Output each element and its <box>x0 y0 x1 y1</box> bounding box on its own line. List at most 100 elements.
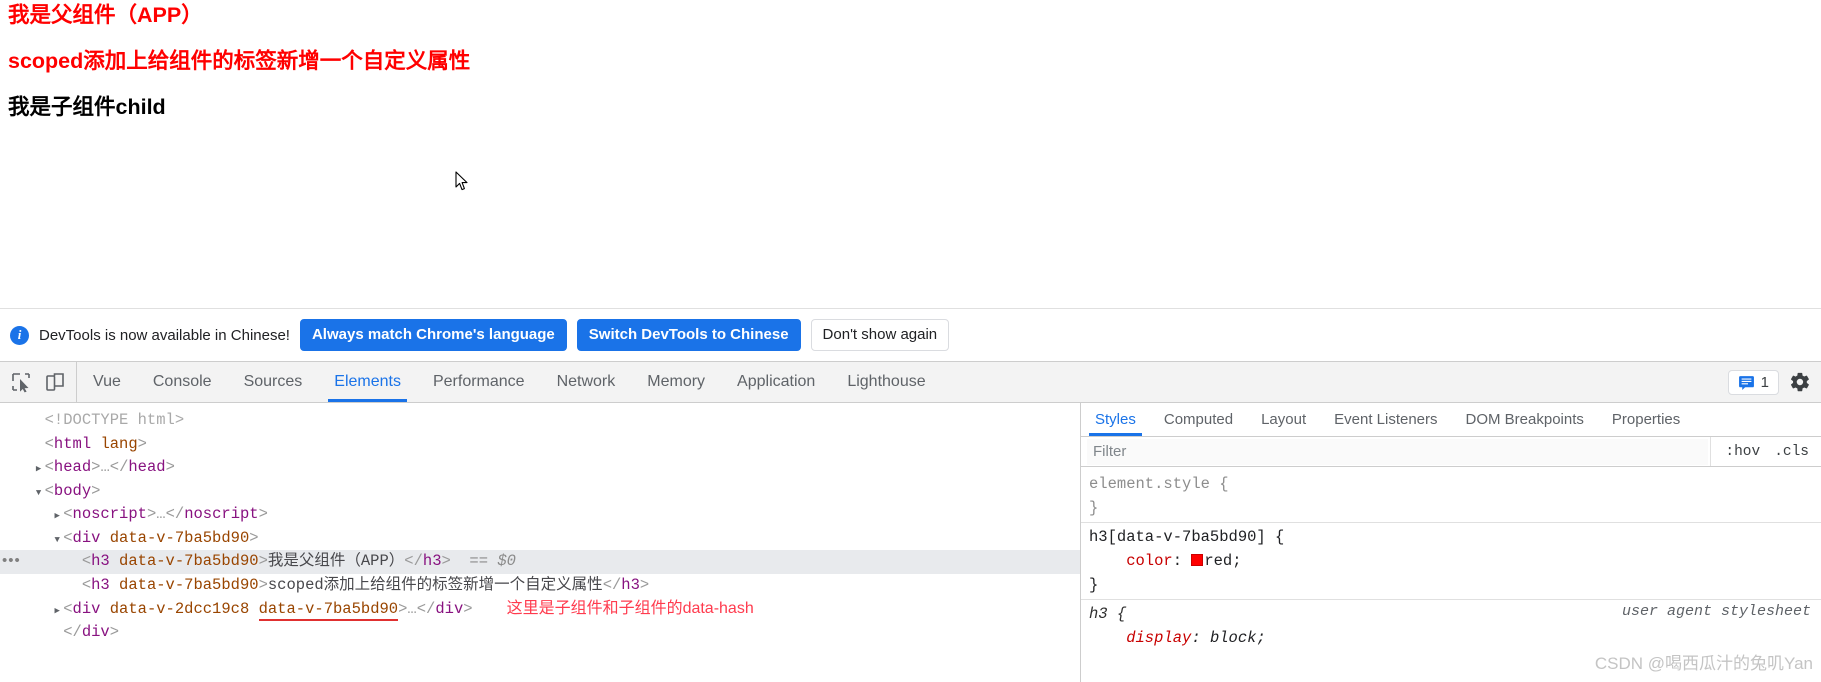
dom-token: < <box>63 600 73 618</box>
chevron-right-icon[interactable]: ▶ <box>33 458 45 482</box>
dom-tree-row[interactable]: ▶ <head>…</head> <box>0 456 1080 480</box>
devtools-language-banner: i DevTools is now available in Chinese! … <box>0 308 1821 361</box>
banner-message: DevTools is now available in Chinese! <box>39 326 290 344</box>
chevron-right-icon[interactable]: ▶ <box>51 505 63 529</box>
color-swatch[interactable] <box>1191 554 1204 566</box>
spacer-icon: ▶ <box>51 623 63 647</box>
dom-token: < <box>44 458 54 476</box>
dom-token: > <box>258 505 268 523</box>
dom-token: > <box>109 622 120 641</box>
dom-token: div <box>435 600 464 618</box>
chevron-down-icon[interactable]: ▼ <box>33 482 45 506</box>
tab-computed[interactable]: Computed <box>1150 403 1247 436</box>
dom-token: > <box>249 528 259 547</box>
dom-tree-row[interactable]: ▼ <body> <box>0 480 1080 504</box>
dom-token: > <box>91 481 101 500</box>
dom-token: … <box>100 458 110 476</box>
dom-token: > <box>441 552 451 570</box>
css-rules-area[interactable]: element.style {} h3[data-v-7ba5bd90] { co… <box>1081 467 1821 682</box>
dom-token: > <box>137 434 147 453</box>
tab-memory[interactable]: Memory <box>631 362 721 402</box>
page-heading-scoped: scoped添加上给组件的标签新增一个自定义属性 <box>8 49 471 73</box>
styles-filter-input[interactable] <box>1087 438 1709 465</box>
dom-token: body <box>53 481 92 500</box>
spacer-icon: ▶ <box>33 411 45 435</box>
devtools-body: ▶<!DOCTYPE html> ▶<html lang> ▶<head>…</… <box>0 403 1821 682</box>
css-colon: : <box>1191 629 1210 647</box>
dom-tree-row[interactable]: ▶<!DOCTYPE html> <box>0 409 1080 433</box>
tab-event-listeners[interactable]: Event Listeners <box>1320 403 1451 436</box>
spacer-icon: ▶ <box>70 576 82 600</box>
dom-tree-row[interactable]: ▼ <div data-v-7ba5bd90> <box>0 527 1080 551</box>
dom-token: 我是父组件（APP） <box>267 552 405 570</box>
css-property-name[interactable]: display <box>1089 629 1191 647</box>
tab-network[interactable]: Network <box>541 362 632 402</box>
tab-vue[interactable]: Vue <box>77 362 137 402</box>
dom-token: lang <box>91 434 138 453</box>
spacer-icon: ▶ <box>70 552 82 576</box>
dom-tree-row[interactable]: ▶<html lang> <box>0 433 1080 457</box>
css-rule[interactable]: element.style {} <box>1081 470 1821 522</box>
tab-sources[interactable]: Sources <box>228 362 319 402</box>
dom-token: > <box>165 458 175 476</box>
dom-token: div <box>72 528 101 547</box>
tab-layout[interactable]: Layout <box>1247 403 1320 436</box>
dont-show-again-button[interactable]: Don't show again <box>810 319 950 351</box>
dom-token: </ <box>109 458 129 476</box>
dom-tree-row[interactable]: ••• ▶<h3 data-v-7ba5bd90>我是父组件（APP）</h3>… <box>0 550 1080 574</box>
dom-token: h3 <box>91 575 110 594</box>
device-toolbar-icon[interactable] <box>44 371 66 393</box>
settings-button[interactable] <box>1789 371 1811 393</box>
dom-token: data-v-7ba5bd90 <box>100 528 250 547</box>
mouse-cursor-icon <box>455 171 468 191</box>
dom-token: … <box>407 600 417 618</box>
dom-tree-row[interactable]: ▶ <div data-v-2dcc19c8 data-v-7ba5bd90>…<… <box>0 597 1080 621</box>
dom-token: </ <box>165 505 185 523</box>
inspect-element-icon[interactable] <box>10 371 32 393</box>
tab-elements[interactable]: Elements <box>318 362 417 402</box>
dom-tree-row[interactable]: ▶</div> <box>0 621 1080 645</box>
tab-performance[interactable]: Performance <box>417 362 541 402</box>
tab-console[interactable]: Console <box>137 362 228 402</box>
dom-token: head <box>128 458 166 476</box>
dom-token: < <box>63 505 73 523</box>
dom-tree-row[interactable]: ▶<h3 data-v-7ba5bd90>scoped添加上给组件的标签新增一个… <box>0 574 1080 598</box>
devtools-tabbar: Vue Console Sources Elements Performance… <box>0 361 1821 403</box>
css-selector[interactable]: h3[data-v-7ba5bd90] { <box>1089 525 1821 549</box>
tab-styles[interactable]: Styles <box>1081 403 1150 436</box>
dom-token: > <box>639 575 650 594</box>
dom-token: data-v-7ba5bd90 <box>109 575 259 594</box>
css-selector[interactable]: element.style { <box>1089 472 1821 496</box>
css-rule[interactable]: h3[data-v-7ba5bd90] { color: red;} <box>1081 522 1821 599</box>
css-property-name[interactable]: color <box>1089 552 1173 570</box>
dom-token: > <box>258 575 268 594</box>
css-declaration[interactable]: color: red; <box>1089 549 1821 573</box>
dom-tree-panel[interactable]: ▶<!DOCTYPE html> ▶<html lang> ▶<head>…</… <box>0 403 1081 682</box>
row-more-icon[interactable]: ••• <box>2 553 21 568</box>
tab-properties[interactable]: Properties <box>1598 403 1694 436</box>
dom-token: noscript <box>184 505 259 523</box>
css-declaration[interactable]: display: block; <box>1089 626 1821 650</box>
css-property-value[interactable]: block; <box>1210 629 1266 647</box>
styles-panel: Styles Computed Layout Event Listeners D… <box>1081 403 1821 682</box>
hov-toggle[interactable]: :hov <box>1725 444 1760 460</box>
always-match-chrome-language-button[interactable]: Always match Chrome's language <box>299 319 567 351</box>
chevron-down-icon[interactable]: ▼ <box>51 529 63 553</box>
dom-token: data-v-2dcc19c8 <box>100 600 259 618</box>
message-count-badge[interactable]: 1 <box>1727 369 1779 395</box>
dom-tree-row[interactable]: ▶ <noscript>…</noscript> <box>0 503 1080 527</box>
tab-dom-breakpoints[interactable]: DOM Breakpoints <box>1452 403 1598 436</box>
gear-icon <box>1790 372 1809 392</box>
dom-token: … <box>156 505 166 523</box>
switch-devtools-to-chinese-button[interactable]: Switch DevTools to Chinese <box>576 319 801 351</box>
annotation-note: 这里是子组件和子组件的data-hash <box>506 600 754 617</box>
tab-application[interactable]: Application <box>721 362 831 402</box>
tab-lighthouse[interactable]: Lighthouse <box>831 362 941 402</box>
dom-token: < <box>81 552 92 570</box>
css-property-value[interactable]: red; <box>1204 552 1241 570</box>
cls-toggle[interactable]: .cls <box>1774 444 1809 460</box>
dom-token: data-v-7ba5bd90 <box>109 552 259 570</box>
css-rule[interactable]: user agent stylesheet h3 { display: block… <box>1081 599 1821 652</box>
